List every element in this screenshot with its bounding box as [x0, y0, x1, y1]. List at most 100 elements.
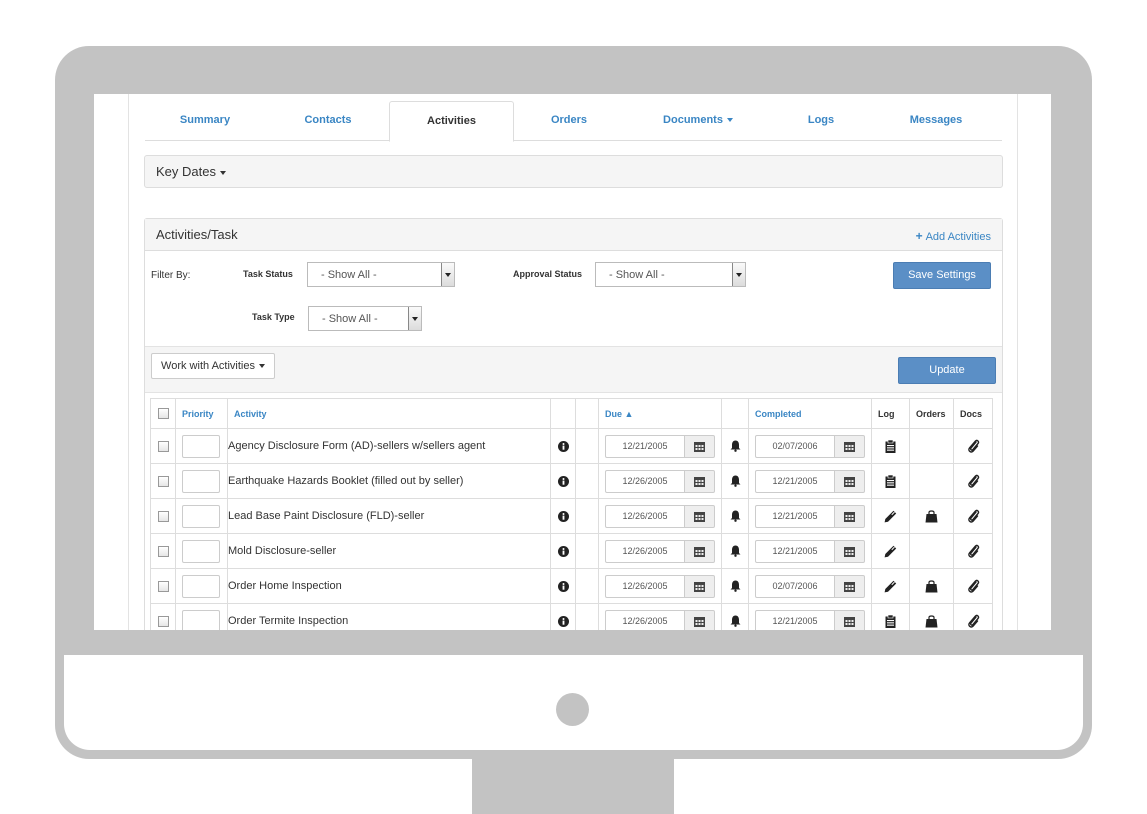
info-icon[interactable]: [557, 545, 569, 557]
due-calendar-button[interactable]: [684, 504, 715, 528]
priority-cell: [175, 603, 228, 630]
tab-activities[interactable]: Activities: [389, 101, 514, 142]
row-checkbox[interactable]: [157, 440, 169, 452]
priority-input[interactable]: [182, 504, 220, 528]
tab-documents[interactable]: Documents: [627, 101, 769, 140]
info-icon[interactable]: [557, 580, 569, 592]
reminder-cell: [721, 603, 749, 630]
tab-summary[interactable]: Summary: [145, 101, 265, 140]
row-checkbox[interactable]: [157, 510, 169, 522]
completed-calendar-button[interactable]: [834, 539, 865, 563]
paperclip-icon[interactable]: [967, 439, 980, 453]
due-date-input[interactable]: 12/21/2005: [605, 434, 685, 458]
docs-cell: [953, 498, 993, 534]
tab-contacts[interactable]: Contacts: [270, 101, 386, 140]
add-activities-link[interactable]: + Add Activities: [916, 229, 991, 243]
row-checkbox[interactable]: [157, 545, 169, 557]
reminder-cell: [721, 533, 749, 569]
bell-icon[interactable]: [730, 615, 741, 627]
completed-date-input[interactable]: 12/21/2005: [755, 504, 835, 528]
pencil-icon[interactable]: [884, 545, 897, 558]
completed-date-input[interactable]: 12/21/2005: [755, 539, 835, 563]
completed-date-input[interactable]: 12/21/2005: [755, 609, 835, 630]
row-select-cell: [150, 498, 176, 534]
due-date-input[interactable]: 12/26/2005: [605, 539, 685, 563]
info-icon[interactable]: [557, 510, 569, 522]
completed-calendar-button[interactable]: [834, 469, 865, 493]
due-date-group: 12/26/2005: [605, 504, 715, 528]
pencil-icon[interactable]: [884, 580, 897, 593]
activity-header[interactable]: Activity: [227, 398, 551, 429]
due-date-input[interactable]: 12/26/2005: [605, 469, 685, 493]
info-header: [550, 398, 576, 429]
info-icon[interactable]: [557, 440, 569, 452]
paperclip-icon[interactable]: [967, 544, 980, 558]
completed-cell: 02/07/2006: [748, 428, 872, 464]
paperclip-icon[interactable]: [967, 509, 980, 523]
due-cell: 12/26/2005: [598, 568, 722, 604]
priority-input[interactable]: [182, 574, 220, 598]
due-calendar-button[interactable]: [684, 574, 715, 598]
due-calendar-button[interactable]: [684, 434, 715, 458]
priority-header[interactable]: Priority: [175, 398, 228, 429]
info-icon[interactable]: [557, 475, 569, 487]
shopping-bag-icon[interactable]: [925, 509, 938, 523]
reminder-header: [721, 398, 749, 429]
paperclip-icon[interactable]: [967, 614, 980, 628]
paperclip-icon[interactable]: [967, 474, 980, 488]
clipboard-icon[interactable]: [885, 614, 896, 628]
approval-status-select[interactable]: - Show All -: [595, 262, 746, 287]
due-calendar-button[interactable]: [684, 539, 715, 563]
pencil-icon[interactable]: [884, 510, 897, 523]
reminder-cell: [721, 428, 749, 464]
shopping-bag-icon[interactable]: [925, 579, 938, 593]
due-calendar-button[interactable]: [684, 469, 715, 493]
orders-header: Orders: [909, 398, 954, 429]
task-status-select[interactable]: - Show All -: [307, 262, 455, 287]
tab-messages[interactable]: Messages: [885, 101, 987, 140]
completed-calendar-button[interactable]: [834, 609, 865, 630]
clipboard-icon[interactable]: [885, 474, 896, 488]
row-checkbox[interactable]: [157, 475, 169, 487]
row-checkbox[interactable]: [157, 580, 169, 592]
tab-orders[interactable]: Orders: [513, 101, 625, 140]
info-icon[interactable]: [557, 615, 569, 627]
completed-calendar-button[interactable]: [834, 504, 865, 528]
tab-logs[interactable]: Logs: [771, 101, 871, 140]
paperclip-icon[interactable]: [967, 579, 980, 593]
bell-icon[interactable]: [730, 440, 741, 452]
due-calendar-button[interactable]: [684, 609, 715, 630]
bell-icon[interactable]: [730, 580, 741, 592]
select-all-checkbox[interactable]: [157, 408, 169, 419]
shopping-bag-icon[interactable]: [925, 614, 938, 628]
priority-input[interactable]: [182, 469, 220, 493]
key-dates-toggle[interactable]: Key Dates: [156, 164, 226, 179]
due-header[interactable]: Due ▲: [598, 398, 722, 429]
due-header-label: Due: [605, 408, 623, 419]
bell-icon[interactable]: [730, 475, 741, 487]
priority-input[interactable]: [182, 539, 220, 563]
bell-icon[interactable]: [730, 545, 741, 557]
priority-input[interactable]: [182, 609, 220, 630]
completed-date-input[interactable]: 12/21/2005: [755, 469, 835, 493]
task-type-select[interactable]: - Show All -: [308, 306, 422, 331]
bell-icon[interactable]: [730, 510, 741, 522]
priority-input[interactable]: [182, 434, 220, 458]
completed-calendar-button[interactable]: [834, 434, 865, 458]
work-with-activities-button[interactable]: Work with Activities: [151, 353, 275, 379]
completed-date-input[interactable]: 02/07/2006: [755, 434, 835, 458]
docs-cell: [953, 568, 993, 604]
save-settings-button[interactable]: Save Settings: [893, 262, 991, 289]
update-button[interactable]: Update: [898, 357, 996, 384]
completed-date-input[interactable]: 02/07/2006: [755, 574, 835, 598]
key-dates-panel[interactable]: Key Dates: [144, 155, 1003, 188]
key-dates-title: Key Dates: [156, 164, 216, 179]
due-date-input[interactable]: 12/26/2005: [605, 609, 685, 630]
completed-calendar-button[interactable]: [834, 574, 865, 598]
spacer-cell: [575, 463, 599, 499]
clipboard-icon[interactable]: [885, 439, 896, 453]
row-checkbox[interactable]: [157, 615, 169, 627]
completed-header[interactable]: Completed: [748, 398, 872, 429]
due-date-input[interactable]: 12/26/2005: [605, 574, 685, 598]
due-date-input[interactable]: 12/26/2005: [605, 504, 685, 528]
